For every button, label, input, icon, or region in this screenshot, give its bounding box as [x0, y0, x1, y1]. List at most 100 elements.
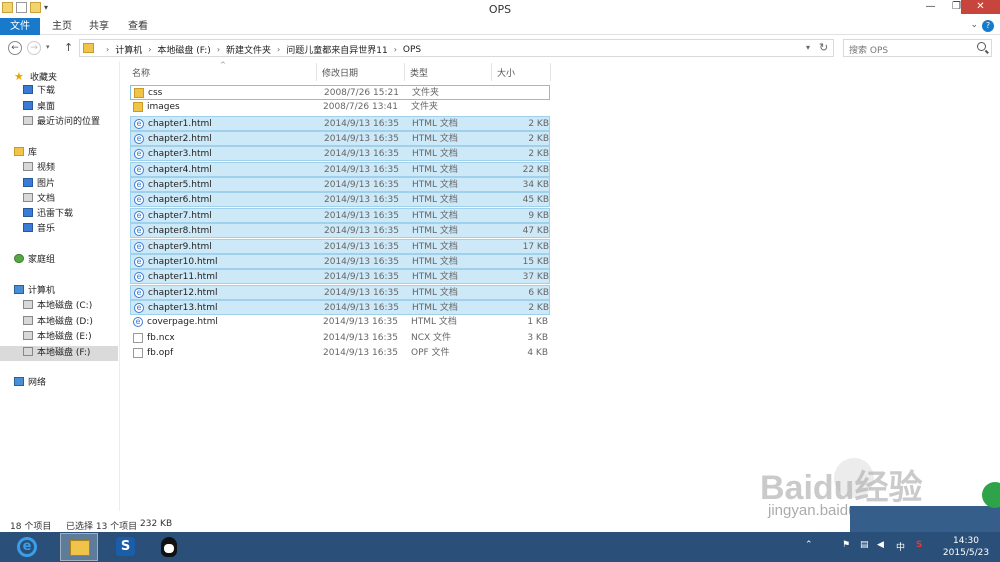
star-icon: ★: [14, 70, 24, 83]
tab-home[interactable]: 主页: [48, 18, 76, 35]
navigation-pane: ★ 收藏夹 下载 桌面 最近访问的位置 库 视频 图片 文档 迅雷下载 音乐 家庭…: [0, 61, 120, 511]
pictures-icon: [23, 178, 33, 187]
nav-documents[interactable]: 文档: [23, 192, 55, 207]
file-row[interactable]: e chapter2.html 2014/9/13 16:35 HTML 文档 2 KB: [130, 131, 550, 147]
file-row[interactable]: e chapter3.html 2014/9/13 16:35 HTML 文档 2 KB: [130, 146, 550, 162]
file-row[interactable]: e chapter7.html 2014/9/13 16:35 HTML 文档 9 KB: [130, 207, 550, 223]
tab-share[interactable]: 共享: [87, 18, 111, 35]
nav-drive-e[interactable]: 本地磁盘 (E:): [23, 330, 92, 345]
nav-desktop[interactable]: 桌面: [23, 100, 55, 115]
header-size[interactable]: 大小: [497, 66, 515, 79]
file-row[interactable]: e coverpage.html 2014/9/13 16:35 HTML 文档 1 K…: [130, 315, 550, 330]
help-icon[interactable]: ?: [982, 20, 994, 32]
item-count: 18 个项目: [10, 522, 52, 532]
nav-homegroup[interactable]: 家庭组: [14, 253, 55, 268]
breadcrumb-book-folder[interactable]: 问题儿童都来自异世界11: [286, 43, 387, 56]
file-type: 文件夹: [411, 102, 439, 113]
file-row[interactable]: e chapter9.html 2014/9/13 16:35 HTML 文档 17 K…: [130, 238, 550, 254]
nav-pictures[interactable]: 图片: [23, 177, 55, 192]
volume-icon[interactable]: ◀: [877, 540, 884, 550]
taskbar-explorer[interactable]: [60, 533, 98, 561]
file-row[interactable]: e chapter8.html 2014/9/13 16:35 HTML 文档 47 K…: [130, 223, 550, 239]
nav-network[interactable]: 网络: [14, 376, 46, 391]
library-icon: [14, 147, 24, 156]
nav-drive-d[interactable]: 本地磁盘 (D:): [23, 315, 93, 330]
show-hidden-icons-icon[interactable]: ⌃: [805, 540, 813, 550]
nav-recent-places[interactable]: 最近访问的位置: [23, 115, 100, 130]
file-row[interactable]: css 2008/7/26 15:21 文件夹: [130, 85, 550, 100]
chevron-right-icon[interactable]: ›: [394, 45, 397, 54]
file-type: HTML 文档: [412, 272, 458, 283]
file-icon: [133, 332, 143, 343]
chevron-down-icon[interactable]: ▾: [806, 43, 810, 52]
chevron-right-icon[interactable]: ›: [217, 45, 220, 54]
file-row[interactable]: e chapter4.html 2014/9/13 16:35 HTML 文档 22 K…: [130, 161, 550, 177]
recent-locations-icon[interactable]: ▾: [46, 43, 50, 51]
file-row[interactable]: e chapter1.html 2014/9/13 16:35 HTML 文档 2 KB: [130, 115, 550, 131]
file-row[interactable]: images 2008/7/26 13:41 文件夹: [130, 100, 550, 115]
clock[interactable]: 14:30 2015/5/23: [938, 535, 994, 559]
up-button[interactable]: ↑: [64, 41, 73, 54]
chevron-right-icon[interactable]: ›: [106, 45, 109, 54]
selected-size: 232 KB: [140, 519, 173, 529]
nav-drive-c[interactable]: 本地磁盘 (C:): [23, 299, 92, 314]
search-input[interactable]: 搜索 OPS: [843, 39, 992, 57]
taskbar-sogou[interactable]: S: [106, 533, 144, 561]
file-row[interactable]: e chapter10.html 2014/9/13 16:35 HTML 文档 15 …: [130, 253, 550, 269]
file-type: HTML 文档: [412, 164, 458, 175]
address-bar[interactable]: › 计算机 › 本地磁盘 (F:) › 新建文件夹 › 问题儿童都来自异世界11…: [79, 39, 834, 57]
search-icon[interactable]: [977, 42, 986, 51]
network-tray-icon[interactable]: ▤: [860, 540, 869, 550]
nav-music[interactable]: 音乐: [23, 222, 55, 237]
file-name: chapter5.html: [148, 180, 212, 191]
file-row[interactable]: e chapter5.html 2014/9/13 16:35 HTML 文档 34 K…: [130, 177, 550, 193]
floating-toolbar[interactable]: [850, 506, 1000, 532]
taskbar-qq[interactable]: [150, 533, 188, 561]
minimize-button[interactable]: —: [917, 0, 944, 14]
chevron-right-icon[interactable]: ›: [148, 45, 151, 54]
column-divider[interactable]: [316, 63, 317, 81]
file-size: 6 KB: [528, 287, 549, 298]
column-divider[interactable]: [491, 63, 492, 81]
header-name[interactable]: 名称: [132, 66, 150, 79]
close-button[interactable]: ✕: [961, 0, 1000, 14]
taskbar-ie[interactable]: e: [7, 533, 45, 561]
file-row[interactable]: e chapter6.html 2014/9/13 16:35 HTML 文档 45 K…: [130, 192, 550, 208]
file-row[interactable]: e chapter11.html 2014/9/13 16:35 HTML 文档 37 …: [130, 269, 550, 285]
html-file-icon: e: [134, 210, 144, 221]
file-row[interactable]: e chapter12.html 2014/9/13 16:35 HTML 文档 6 K…: [130, 284, 550, 300]
forward-button[interactable]: →: [27, 41, 41, 55]
nav-thunder-downloads[interactable]: 迅雷下载: [23, 207, 73, 222]
nav-downloads[interactable]: 下载: [23, 84, 55, 99]
column-divider[interactable]: [550, 63, 551, 81]
sogou-tray-icon[interactable]: S: [916, 540, 922, 550]
nav-library[interactable]: 库: [14, 146, 37, 161]
expand-ribbon-icon[interactable]: ⌄: [970, 20, 978, 30]
header-type[interactable]: 类型: [410, 66, 428, 79]
nav-drive-f[interactable]: 本地磁盘 (F:): [0, 346, 118, 361]
file-row[interactable]: fb.opf 2014/9/13 16:35 OPF 文件 4 KB: [130, 346, 550, 361]
nav-computer[interactable]: 计算机: [14, 284, 55, 299]
file-row[interactable]: fb.ncx 2014/9/13 16:35 NCX 文件 3 KB: [130, 331, 550, 346]
file-row[interactable]: e chapter13.html 2014/9/13 16:35 HTML 文档 2 K…: [130, 299, 550, 315]
drive-icon: [23, 331, 33, 340]
back-button[interactable]: ←: [8, 41, 22, 55]
flag-icon[interactable]: ⚑: [842, 540, 850, 550]
tab-file[interactable]: 文件: [0, 18, 40, 35]
nav-favorites[interactable]: ★ 收藏夹: [14, 69, 57, 84]
breadcrumb-ops[interactable]: OPS: [403, 45, 421, 55]
nav-videos[interactable]: 视频: [23, 161, 55, 176]
breadcrumb-drive-f[interactable]: 本地磁盘 (F:): [157, 43, 210, 56]
header-date[interactable]: 修改日期: [322, 66, 358, 79]
chevron-right-icon[interactable]: ›: [277, 45, 280, 54]
column-divider[interactable]: [404, 63, 405, 81]
file-name: chapter11.html: [148, 272, 218, 283]
file-name: chapter9.html: [148, 241, 212, 252]
refresh-icon[interactable]: ↻: [819, 41, 828, 54]
breadcrumb: › 计算机 › 本地磁盘 (F:) › 新建文件夹 › 问题儿童都来自异世界11…: [100, 43, 421, 57]
breadcrumb-new-folder[interactable]: 新建文件夹: [226, 43, 271, 56]
breadcrumb-computer[interactable]: 计算机: [115, 43, 142, 56]
tab-view[interactable]: 查看: [126, 18, 150, 35]
file-name: fb.ncx: [147, 332, 175, 343]
ime-indicator[interactable]: 中: [896, 540, 905, 553]
